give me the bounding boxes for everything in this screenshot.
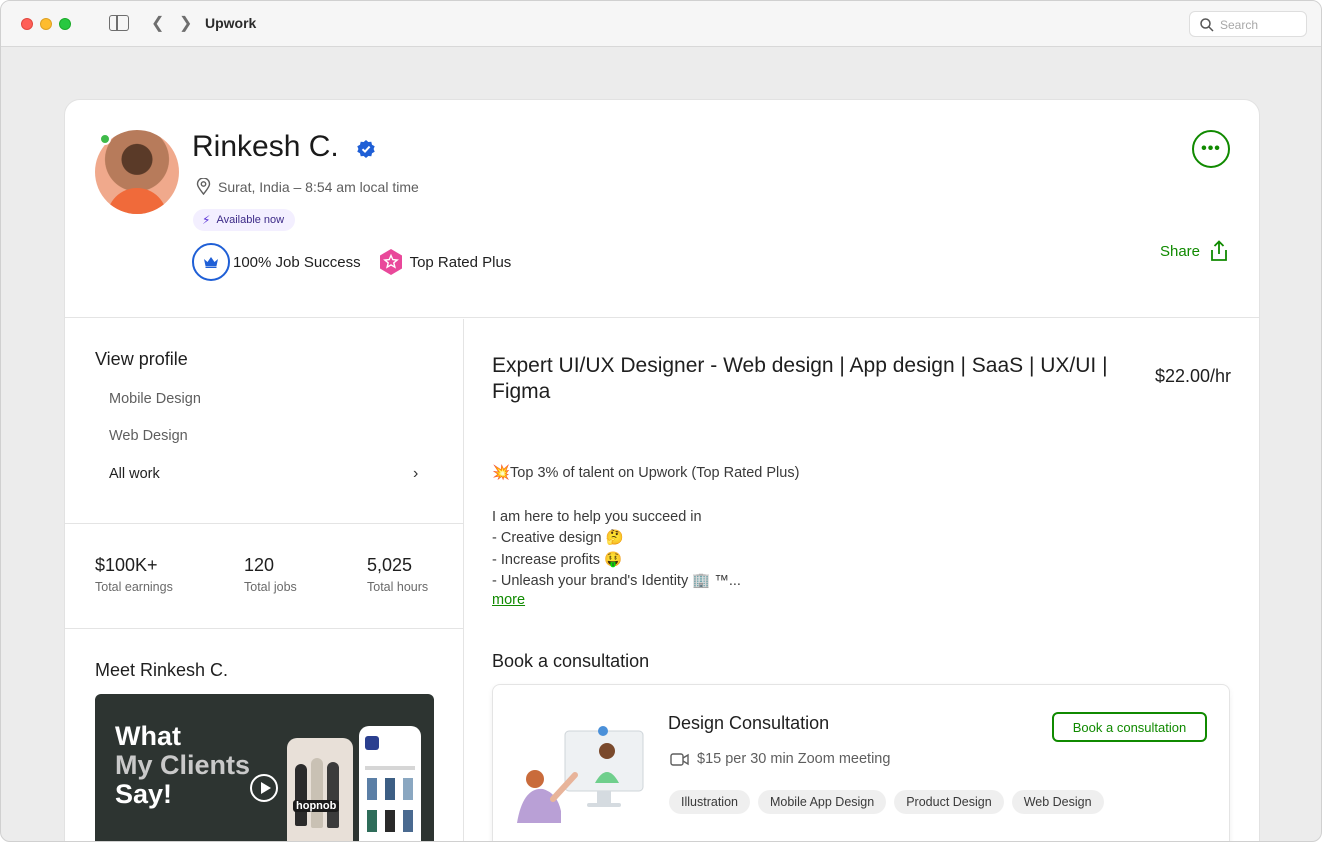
top-rated-plus-icon xyxy=(379,249,402,275)
clothing-item xyxy=(403,810,413,832)
clothing-item xyxy=(367,810,377,832)
clothing-item xyxy=(403,778,413,800)
brand-logo: hopnob xyxy=(293,800,340,812)
verified-icon xyxy=(357,140,375,158)
video-caption: What My Clients Say! xyxy=(115,722,250,809)
consultation-title: Design Consultation xyxy=(668,713,830,733)
overview-line: - Creative design 🤔 xyxy=(492,530,624,546)
video-caption-line: What xyxy=(115,721,181,751)
profile-card: Rinkesh C. Surat, India – 8:54 am local … xyxy=(64,99,1260,841)
video-caption-line: Say! xyxy=(115,779,173,809)
overview-line xyxy=(492,485,799,507)
profile-headline: Expert UI/UX Designer - Web design | App… xyxy=(492,354,1108,403)
online-status-indicator xyxy=(99,133,111,145)
consultation-price: $15 per 30 min Zoom meeting xyxy=(697,751,891,767)
forward-icon[interactable]: ❯ xyxy=(179,14,192,34)
skill-tag[interactable]: Web Design xyxy=(1011,790,1104,814)
location-text: Surat, India – 8:54 am local time xyxy=(218,178,419,195)
search-icon xyxy=(1200,18,1214,32)
stat-label: Total jobs xyxy=(244,580,297,594)
view-profile-title: View profile xyxy=(95,349,188,369)
availability-badge: ⚡︎ Available now xyxy=(193,209,296,231)
search-placeholder: Search xyxy=(1220,18,1259,32)
hourly-rate: $22.00/hr xyxy=(1154,366,1231,386)
intro-video[interactable]: What My Clients Say! hopnob xyxy=(95,694,434,841)
stat-total-earnings: $100K+ Total earnings xyxy=(95,555,173,594)
phone-mockup xyxy=(359,726,421,841)
profile-overview: 💥Top 3% of talent on Upwork (Top Rated P… xyxy=(492,463,799,593)
view-profile-item-all-work[interactable]: All work xyxy=(109,466,160,482)
skill-tag[interactable]: Mobile App Design xyxy=(757,790,887,814)
phone-mockup xyxy=(287,738,353,841)
title-bar: ❮ ❯ Upwork Search xyxy=(1,1,1321,47)
app-icon xyxy=(365,736,379,750)
left-column: View profile Mobile Design Web Design Al… xyxy=(65,319,464,841)
skill-tag[interactable]: Product Design xyxy=(894,790,1004,814)
meet-freelancer-title: Meet Rinkesh C. xyxy=(95,660,229,680)
stat-total-hours: 5,025 Total hours xyxy=(367,555,428,594)
more-options-button[interactable]: ••• xyxy=(1192,130,1230,168)
clothing-item xyxy=(367,778,377,800)
job-success-badge[interactable]: 100% Job Success xyxy=(233,254,361,271)
stat-total-jobs: 120 Total jobs xyxy=(244,555,297,594)
zoom-window-button[interactable] xyxy=(59,18,71,30)
share-button[interactable]: Share xyxy=(1160,240,1229,262)
skill-tag[interactable]: Illustration xyxy=(669,790,750,814)
overview-line: 💥Top 3% of talent on Upwork (Top Rated P… xyxy=(492,465,800,481)
consultation-tags: Illustration Mobile App Design Product D… xyxy=(669,790,1104,814)
clothing-item xyxy=(385,778,395,800)
profile-name: Rinkesh C. xyxy=(192,130,339,163)
crown-icon xyxy=(192,243,230,281)
overview-line: I am here to help you succeed in xyxy=(492,508,702,525)
more-link[interactable]: more xyxy=(492,592,525,608)
share-icon xyxy=(1211,240,1227,261)
back-icon[interactable]: ❮ xyxy=(151,14,164,34)
book-consultation-button[interactable]: Book a consultation xyxy=(1052,712,1207,742)
video-call-illustration xyxy=(517,726,644,823)
view-profile-item-mobile-design[interactable]: Mobile Design xyxy=(109,391,201,407)
placeholder-bar xyxy=(365,766,415,770)
model-figure xyxy=(311,758,323,828)
browser-window: ❮ ❯ Upwork Search Rinkesh C. Surat, Indi… xyxy=(0,0,1322,842)
window-title: Upwork xyxy=(205,15,257,31)
model-figure xyxy=(327,762,339,828)
chevron-right-icon[interactable]: › xyxy=(413,465,418,483)
stat-value: 120 xyxy=(244,555,275,575)
availability-text: Available now xyxy=(216,214,285,226)
stat-value: 5,025 xyxy=(367,555,413,575)
lightning-icon: ⚡︎ xyxy=(202,213,211,227)
profile-header: Rinkesh C. Surat, India – 8:54 am local … xyxy=(65,100,1259,318)
divider xyxy=(65,628,463,629)
consultation-meta: $15 per 30 min Zoom meeting xyxy=(670,751,890,767)
video-caption-line: My Clients xyxy=(115,750,251,780)
badges-row: 100% Job Success Top Rated Plus xyxy=(192,243,511,281)
model-figure xyxy=(295,764,307,826)
sidebar-toggle-icon[interactable] xyxy=(109,15,129,31)
location-pin-icon xyxy=(196,178,211,195)
consultation-card: Design Consultation $15 per 30 min Zoom … xyxy=(492,684,1230,841)
right-column: Expert UI/UX Designer - Web design | App… xyxy=(465,319,1259,841)
search-input[interactable]: Search xyxy=(1189,11,1307,37)
video-call-icon xyxy=(670,752,689,766)
overview-line: - Increase profits 🤑 xyxy=(492,551,623,568)
minimize-window-button[interactable] xyxy=(40,18,52,30)
divider xyxy=(65,523,463,524)
clothing-item xyxy=(385,810,395,832)
top-rated-plus-badge[interactable]: Top Rated Plus xyxy=(410,254,512,271)
share-label: Share xyxy=(1159,242,1200,260)
close-window-button[interactable] xyxy=(21,18,33,30)
location: Surat, India – 8:54 am local time xyxy=(196,178,419,195)
overview-line: - Unleash your brand's Identity 🏢 ™... xyxy=(492,573,741,589)
book-consultation-title: Book a consultation xyxy=(492,651,650,671)
stat-label: Total hours xyxy=(367,580,429,594)
avatar-shirt xyxy=(107,188,167,214)
view-profile-item-web-design[interactable]: Web Design xyxy=(109,428,188,444)
play-icon[interactable] xyxy=(250,774,278,802)
stat-label: Total earnings xyxy=(95,580,173,594)
stat-value: $100K+ xyxy=(95,555,158,575)
